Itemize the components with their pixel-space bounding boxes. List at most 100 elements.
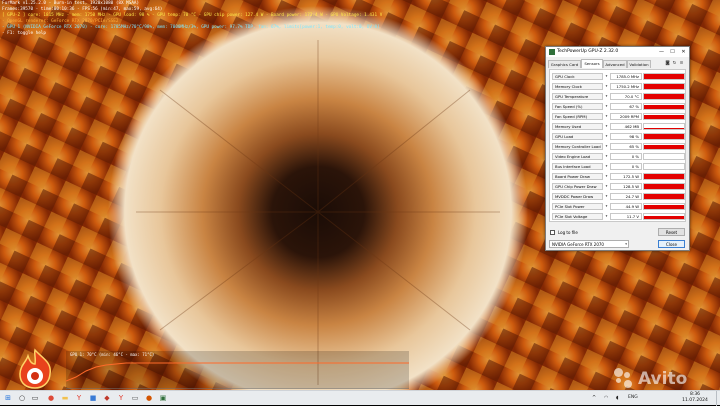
tab-graphics-card[interactable]: Graphics Card bbox=[548, 60, 581, 68]
sensor-graph bbox=[643, 142, 685, 150]
sensor-row: Bus Interface Load ▾ 0 % bbox=[551, 162, 686, 171]
sensor-dropdown-icon[interactable]: ▾ bbox=[604, 153, 609, 161]
wifi-icon[interactable]: ◠ bbox=[604, 394, 608, 402]
app-icon[interactable]: ■ bbox=[88, 393, 98, 403]
sensor-dropdown-icon[interactable]: ▾ bbox=[604, 173, 609, 181]
sensor-graph bbox=[643, 132, 685, 140]
sensor-dropdown-icon[interactable]: ▾ bbox=[604, 203, 609, 211]
sensor-name: GPU Temperature bbox=[552, 92, 603, 100]
chrome-icon[interactable]: ● bbox=[46, 393, 56, 403]
gpuz-window[interactable]: TechPowerUp GPU-Z 2.32.0 — ☐ ✕ Graphics … bbox=[545, 46, 690, 251]
chevron-down-icon: ▾ bbox=[625, 242, 627, 246]
sensor-row: Fan Speed (%) ▾ 67 % bbox=[551, 102, 686, 111]
log-to-file-label: Log to file bbox=[558, 230, 578, 235]
sensor-name: GPU Clock bbox=[552, 72, 603, 80]
sensor-dropdown-icon[interactable]: ▾ bbox=[604, 183, 609, 191]
sensor-value: 11.7 V bbox=[610, 212, 642, 220]
minimize-button[interactable]: — bbox=[656, 47, 667, 57]
close-window-button[interactable]: ✕ bbox=[678, 47, 689, 57]
sensor-value: 65 % bbox=[610, 142, 642, 150]
maximize-button[interactable]: ☐ bbox=[667, 47, 678, 57]
task-view-icon[interactable]: ▭ bbox=[30, 393, 40, 403]
sensor-dropdown-icon[interactable]: ▾ bbox=[604, 83, 609, 91]
tab-validation[interactable]: Validation bbox=[627, 60, 651, 68]
tab-advanced[interactable]: Advanced bbox=[603, 60, 627, 68]
sensor-graph bbox=[643, 72, 685, 80]
sensor-name: Fan Speed (RPM) bbox=[552, 112, 603, 120]
taskbar-clock[interactable]: 8:36 11.07.2024 bbox=[682, 392, 708, 404]
window-icon[interactable]: ▭ bbox=[130, 393, 140, 403]
sensor-graph-fill bbox=[644, 174, 684, 179]
sensor-value: 172.5 W bbox=[610, 172, 642, 180]
sensor-graph-fill bbox=[644, 74, 684, 79]
shield-icon[interactable]: ◆ bbox=[102, 393, 112, 403]
sensor-graph-fill bbox=[644, 145, 684, 149]
sensor-dropdown-icon[interactable]: ▾ bbox=[604, 93, 609, 101]
language-indicator[interactable]: ENG bbox=[628, 394, 638, 402]
yandex-icon[interactable]: Y bbox=[74, 393, 84, 403]
sensor-row: Memory Clock ▾ 1750.2 MHz bbox=[551, 82, 686, 91]
yandex-browser-icon[interactable]: Y bbox=[116, 393, 126, 403]
sensor-dropdown-icon[interactable]: ▾ bbox=[604, 163, 609, 171]
close-button[interactable]: Close bbox=[658, 240, 685, 248]
sensor-dropdown-icon[interactable]: ▾ bbox=[604, 73, 609, 81]
folder-icon[interactable]: ▬ bbox=[60, 393, 70, 403]
sensor-value: 98 % bbox=[610, 132, 642, 140]
osd-line-gpu1: - GPU 1 (NVIDIA GeForce RTX 2070) - core… bbox=[2, 25, 380, 31]
menu-icon[interactable]: ≡ bbox=[679, 61, 684, 66]
sensor-row: PCIe Slot Voltage ▾ 11.7 V bbox=[551, 212, 686, 221]
sensor-dropdown-icon[interactable]: ▾ bbox=[604, 193, 609, 201]
furmark-icon[interactable]: ● bbox=[144, 393, 154, 403]
reset-button[interactable]: Reset bbox=[658, 228, 685, 236]
sensor-panel: GPU Clock ▾ 1785.0 MHz Memory Clock ▾ 1750.2… bbox=[549, 69, 686, 222]
sensor-graph-fill bbox=[644, 84, 684, 89]
sensor-graph-fill bbox=[644, 128, 684, 129]
start-icon[interactable]: ⊞ bbox=[3, 393, 13, 403]
sensor-dropdown-icon[interactable]: ▾ bbox=[604, 143, 609, 151]
gpuz-window-title: TechPowerUp GPU-Z 2.32.0 bbox=[557, 49, 619, 54]
tray-chevron-icon[interactable]: ^ bbox=[592, 394, 596, 402]
search-icon[interactable]: ○ bbox=[17, 393, 27, 403]
sensor-value: 128.5 W bbox=[610, 182, 642, 190]
sensor-dropdown-icon[interactable]: ▾ bbox=[604, 113, 609, 121]
sensor-value: 1750.2 MHz bbox=[610, 82, 642, 90]
refresh-icon[interactable]: ↻ bbox=[672, 61, 677, 66]
sensor-name: Memory Used bbox=[552, 122, 603, 130]
volume-icon[interactable]: ◖ bbox=[616, 394, 619, 402]
sensor-graph bbox=[643, 212, 685, 220]
sensor-graph bbox=[643, 122, 685, 130]
sensor-graph bbox=[643, 82, 685, 90]
sensor-name: GPU Load bbox=[552, 132, 603, 140]
sensor-dropdown-icon[interactable]: ▾ bbox=[604, 133, 609, 141]
gpu-select-dropdown[interactable]: NVIDIA GeForce RTX 2070 ▾ bbox=[549, 240, 629, 248]
sensor-name: PCIe Slot Voltage bbox=[552, 212, 603, 220]
sensor-graph-fill bbox=[644, 104, 684, 109]
log-to-file-checkbox[interactable] bbox=[550, 230, 555, 235]
furmark-logo-icon bbox=[19, 348, 51, 389]
sensor-value: 70.0 °C bbox=[610, 92, 642, 100]
sensor-row: MVDDC Power Draw ▾ 24.7 W bbox=[551, 192, 686, 201]
sensor-value: 0 % bbox=[610, 162, 642, 170]
sensor-graph bbox=[643, 112, 685, 120]
sensor-name: MVDDC Power Draw bbox=[552, 192, 603, 200]
tab-sensors[interactable]: Sensors bbox=[581, 59, 603, 68]
sensor-graph bbox=[643, 192, 685, 200]
gpuz-icon[interactable]: ▣ bbox=[158, 393, 168, 403]
sensor-graph-fill bbox=[644, 216, 684, 219]
sensor-row: Memory Used ▾ 462 MB bbox=[551, 122, 686, 131]
camera-icon[interactable]: ◙ bbox=[665, 61, 670, 66]
sensor-graph bbox=[643, 152, 685, 160]
sensor-row: GPU Load ▾ 98 % bbox=[551, 132, 686, 141]
sensor-value: 24.7 W bbox=[610, 192, 642, 200]
sensor-graph bbox=[643, 102, 685, 110]
sensor-graph bbox=[643, 172, 685, 180]
gpuz-titlebar[interactable]: TechPowerUp GPU-Z 2.32.0 — ☐ ✕ bbox=[546, 47, 689, 57]
sensor-value: 0 % bbox=[610, 152, 642, 160]
sensor-dropdown-icon[interactable]: ▾ bbox=[604, 103, 609, 111]
sensor-graph-fill bbox=[644, 114, 684, 119]
sensor-value: 44.9 W bbox=[610, 202, 642, 210]
show-desktop-button[interactable] bbox=[716, 391, 720, 406]
sensor-dropdown-icon[interactable]: ▾ bbox=[604, 213, 609, 221]
sensor-dropdown-icon[interactable]: ▾ bbox=[604, 123, 609, 131]
sensor-graph-fill bbox=[644, 133, 684, 139]
